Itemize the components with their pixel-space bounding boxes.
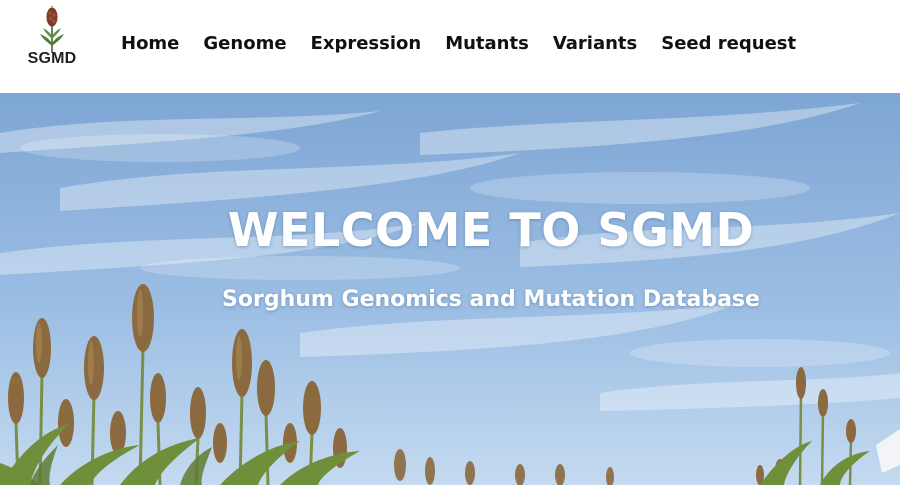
hero-subtitle: Sorghum Genomics and Mutation Database	[222, 287, 760, 312]
nav-variants[interactable]: Variants	[553, 33, 637, 54]
nav-seed-request[interactable]: Seed request	[661, 33, 796, 54]
nav-genome[interactable]: Genome	[203, 33, 286, 54]
hero-title: WELCOME TO SGMD	[227, 203, 755, 257]
logo-text: SGMD	[27, 50, 77, 67]
main-nav: Home Genome Expression Mutants Variants …	[121, 31, 796, 55]
sgmd-logo[interactable]: SGMD	[22, 6, 82, 72]
sorghum-logo-icon	[40, 6, 64, 53]
nav-home[interactable]: Home	[121, 33, 179, 54]
site-header: SGMD Home Genome Expression Mutants Vari…	[0, 0, 900, 93]
nav-mutants[interactable]: Mutants	[445, 33, 529, 54]
hero-banner: WELCOME TO SGMD Sorghum Genomics and Mut…	[0, 93, 900, 485]
nav-expression[interactable]: Expression	[311, 33, 422, 54]
